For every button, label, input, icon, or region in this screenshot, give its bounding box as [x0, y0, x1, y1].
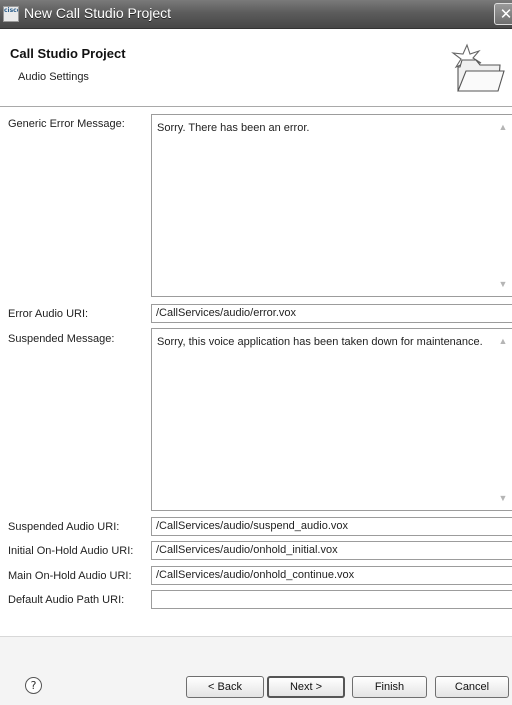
finish-button[interactable]: Finish [352, 676, 427, 698]
generic-error-textarea[interactable]: Sorry. There has been an error. ▲ ▼ [151, 114, 512, 297]
default-audio-path-input[interactable] [151, 590, 512, 609]
page-subtitle: Audio Settings [18, 71, 89, 83]
default-audio-path-label: Default Audio Path URI: [8, 594, 125, 606]
error-audio-uri-input[interactable]: /CallServices/audio/error.vox [151, 304, 512, 323]
generic-error-text: Sorry. There has been an error. [157, 122, 310, 134]
scroll-down-icon[interactable]: ▼ [497, 492, 509, 504]
window-title-bar[interactable]: cisco New Call Studio Project ✕ [0, 0, 512, 29]
initial-onhold-uri-label: Initial On-Hold Audio URI: [8, 545, 134, 557]
scroll-down-icon[interactable]: ▼ [497, 278, 509, 290]
help-icon[interactable]: ? [25, 677, 42, 694]
next-button[interactable]: Next > [267, 676, 345, 698]
initial-onhold-uri-input[interactable]: /CallServices/audio/onhold_initial.vox [151, 541, 512, 560]
cisco-app-icon: cisco [3, 6, 19, 22]
error-audio-uri-label: Error Audio URI: [8, 308, 89, 320]
suspended-audio-uri-label: Suspended Audio URI: [8, 521, 120, 533]
scroll-up-icon[interactable]: ▲ [497, 121, 509, 133]
suspended-audio-uri-input[interactable]: /CallServices/audio/suspend_audio.vox [151, 517, 512, 536]
suspended-message-text: Sorry, this voice application has been t… [157, 336, 483, 348]
suspended-message-label: Suspended Message: [8, 333, 115, 345]
wizard-header: Call Studio Project Audio Settings [0, 29, 512, 107]
main-onhold-uri-input[interactable]: /CallServices/audio/onhold_continue.vox [151, 566, 512, 585]
folder-wizard-icon [451, 43, 505, 92]
suspended-message-textarea[interactable]: Sorry, this voice application has been t… [151, 328, 512, 511]
audio-settings-form: Generic Error Message: Sorry. There has … [0, 108, 512, 636]
main-onhold-uri-label: Main On-Hold Audio URI: [8, 570, 132, 582]
generic-error-scrollbar[interactable]: ▲ ▼ [495, 115, 511, 296]
back-button[interactable]: < Back [186, 676, 264, 698]
wizard-footer: ? < Back Next > Finish Cancel [0, 636, 512, 705]
scroll-up-icon[interactable]: ▲ [497, 335, 509, 347]
close-icon[interactable]: ✕ [494, 3, 512, 25]
generic-error-label: Generic Error Message: [8, 118, 125, 130]
cancel-button[interactable]: Cancel [435, 676, 509, 698]
window-title: New Call Studio Project [24, 5, 172, 21]
suspended-message-scrollbar[interactable]: ▲ ▼ [495, 329, 511, 510]
page-title: Call Studio Project [10, 46, 126, 61]
